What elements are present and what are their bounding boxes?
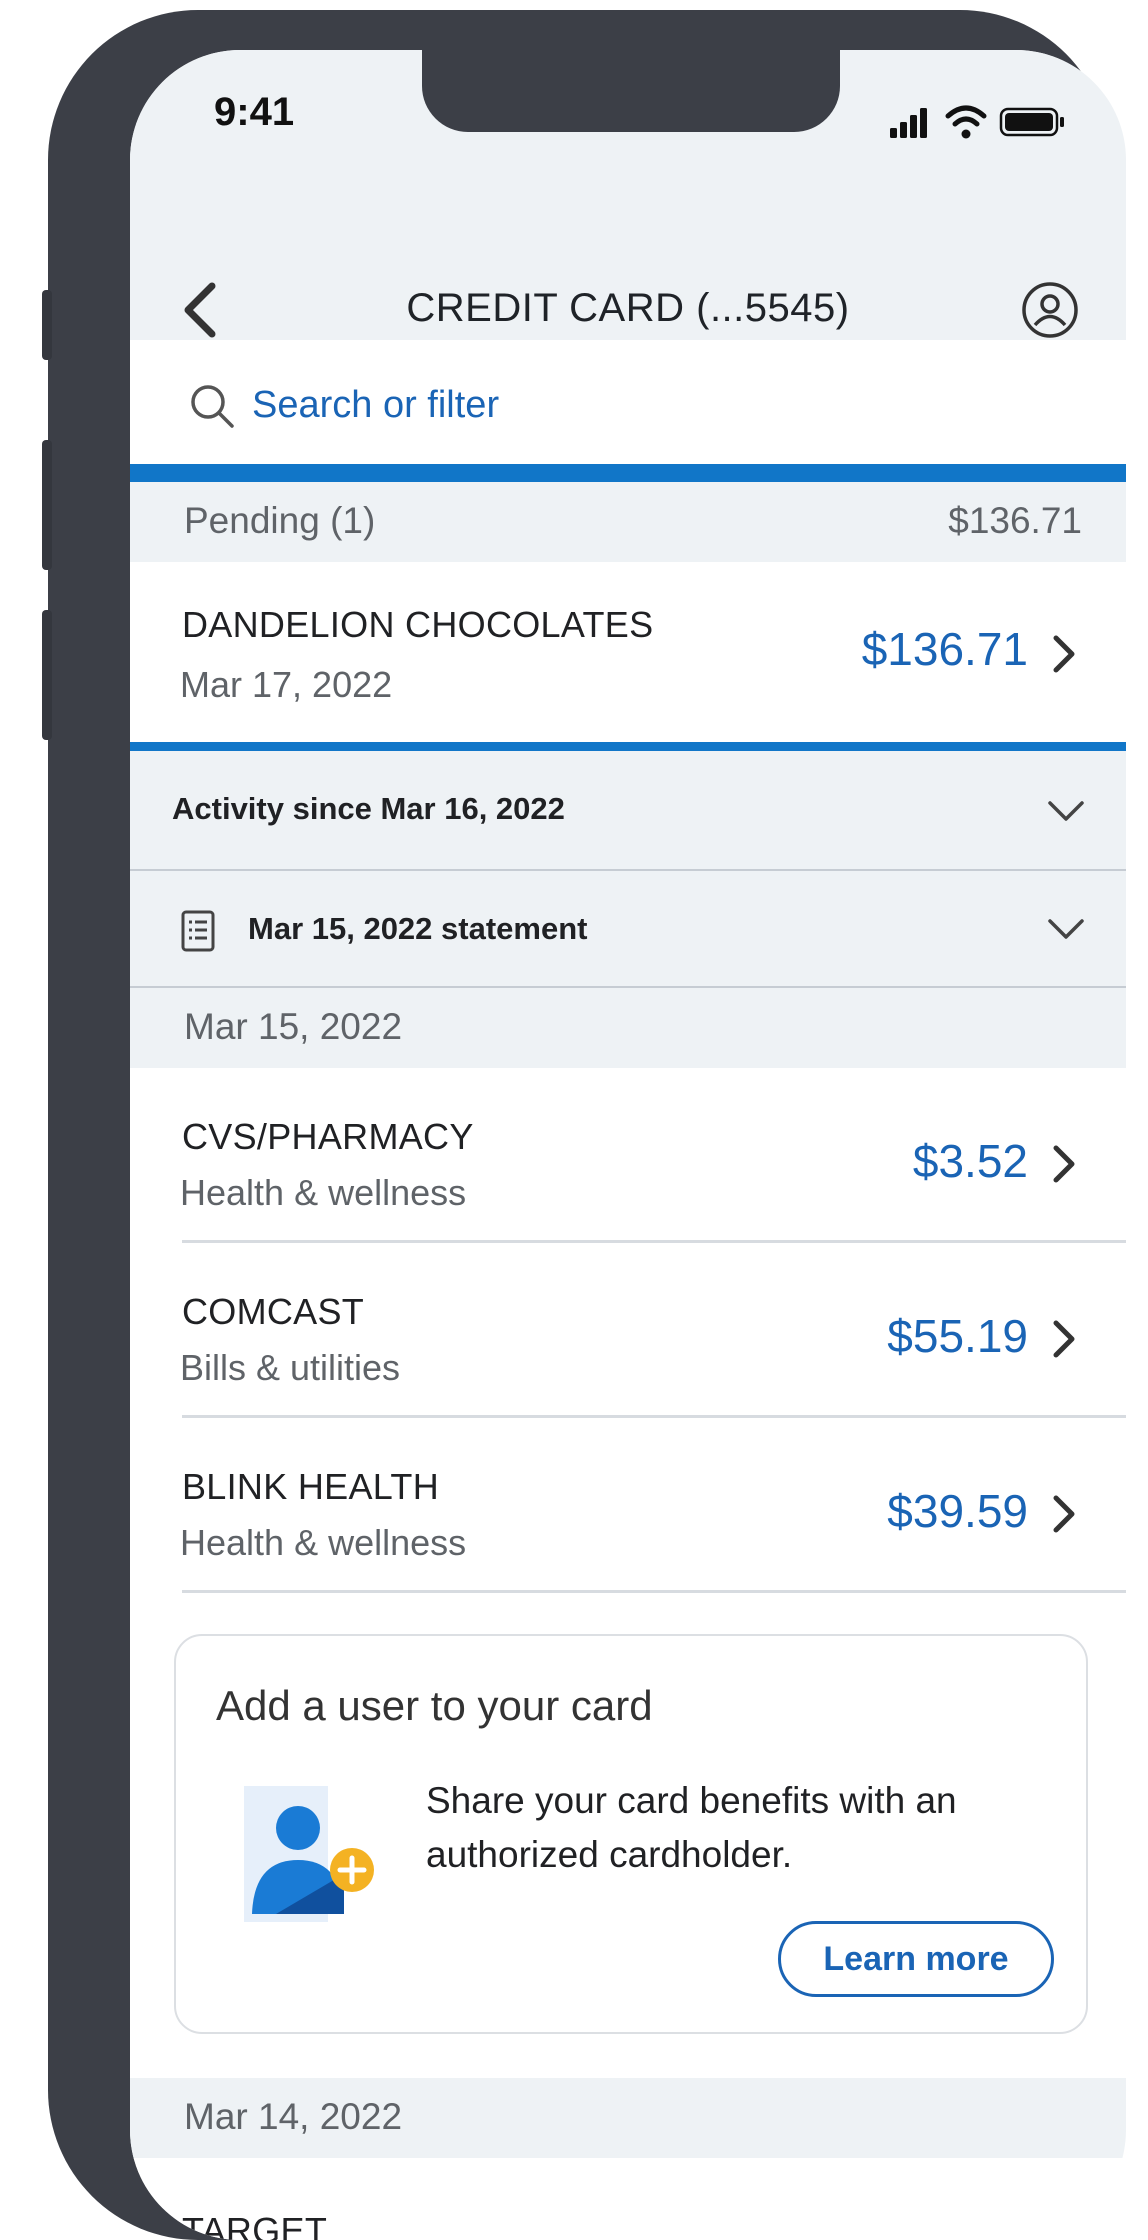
pending-transaction-row[interactable]: DANDELION CHOCOLATES Mar 17, 2022 $136.7… [130, 562, 1126, 742]
pending-top-accent [130, 464, 1126, 482]
side-button-volume-down [42, 610, 52, 740]
transaction-merchant: TARGET [182, 2210, 328, 2240]
status-icons [890, 105, 1064, 139]
chevron-right-icon [1053, 1495, 1075, 1533]
chevron-right-icon [1053, 635, 1075, 673]
chevron-right-icon [1053, 1145, 1075, 1183]
device-notch [422, 50, 840, 132]
date-header-label: Mar 14, 2022 [184, 2096, 403, 2137]
date-header: Mar 14, 2022 [130, 2078, 1126, 2158]
phone-frame: 9:41 CREDIT CARD (...5545) Search or fil… [42, 10, 1126, 2240]
transaction-row[interactable]: TARGET [130, 2158, 1126, 2240]
learn-more-button[interactable]: Learn more [778, 1921, 1054, 1997]
battery-icon [999, 107, 1064, 137]
add-user-icon [244, 1786, 374, 1922]
side-button-mute [42, 290, 52, 360]
pending-header: Pending (1) $136.71 [130, 482, 1126, 562]
page-title: CREDIT CARD (...5545) [406, 286, 850, 330]
date-header-label: Mar 15, 2022 [184, 1006, 403, 1047]
transaction-merchant: BLINK HEALTH [182, 1466, 440, 1507]
statement-label: Mar 15, 2022 statement [248, 911, 588, 946]
date-header: Mar 15, 2022 [130, 988, 1126, 1068]
transaction-row[interactable]: BLINK HEALTH Health & wellness $39.59 [130, 1418, 1126, 1594]
nav-bar: CREDIT CARD (...5545) [130, 170, 1126, 340]
search-placeholder[interactable]: Search or filter [252, 384, 499, 427]
transaction-amount: $3.52 [912, 1135, 1028, 1187]
side-button-volume-up [42, 440, 52, 570]
transaction-amount: $39.59 [887, 1485, 1028, 1537]
transaction-category: Bills & utilities [180, 1347, 401, 1388]
transaction-merchant: DANDELION CHOCOLATES [182, 604, 654, 645]
add-user-promo-card: Add a user to your card Share your card … [174, 1634, 1088, 2034]
promo-title: Add a user to your card [216, 1682, 653, 1729]
statement-toggle[interactable]: Mar 15, 2022 statement [130, 871, 1126, 988]
transaction-merchant: CVS/PHARMACY [182, 1116, 474, 1157]
wifi-icon [945, 105, 987, 139]
transaction-row[interactable]: COMCAST Bills & utilities $55.19 [130, 1243, 1126, 1418]
promo-body: Share your card benefits with an authori… [426, 1780, 957, 1875]
transaction-amount: $136.71 [861, 623, 1028, 675]
search-bar[interactable]: Search or filter [130, 340, 1126, 470]
profile-icon[interactable] [1020, 280, 1080, 340]
signal-icon [890, 108, 927, 138]
transaction-merchant: COMCAST [182, 1291, 365, 1332]
chevron-right-icon [1053, 1320, 1075, 1358]
transaction-category: Health & wellness [180, 1522, 467, 1563]
transaction-date: Mar 17, 2022 [180, 664, 393, 705]
activity-label: Activity since Mar 16, 2022 [172, 791, 565, 826]
chevron-down-icon [1048, 919, 1084, 939]
statement-document-icon [181, 910, 215, 952]
chevron-down-icon [1048, 801, 1084, 821]
app-screen: 9:41 CREDIT CARD (...5545) Search or fil… [130, 50, 1126, 2240]
row-divider [182, 1590, 1126, 1593]
status-time: 9:41 [214, 90, 295, 134]
activity-toggle[interactable]: Activity since Mar 16, 2022 [130, 751, 1126, 871]
pending-label: Pending (1) [184, 500, 376, 541]
pending-total: $136.71 [948, 500, 1082, 541]
transaction-category: Health & wellness [180, 1172, 467, 1213]
pending-bottom-accent [130, 742, 1126, 751]
transaction-amount: $55.19 [887, 1310, 1028, 1362]
search-icon [191, 385, 234, 428]
transaction-row[interactable]: CVS/PHARMACY Health & wellness $3.52 [130, 1068, 1126, 1243]
